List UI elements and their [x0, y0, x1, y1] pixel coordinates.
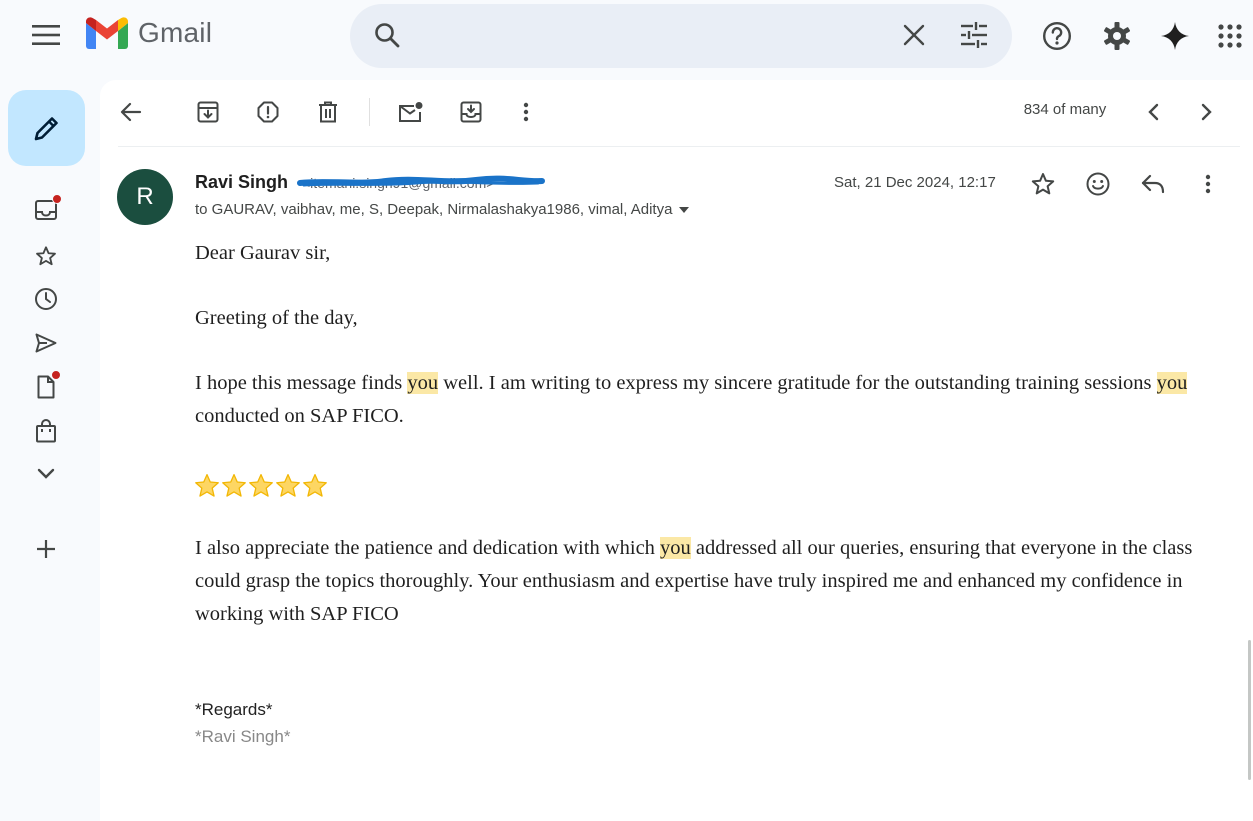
- star-emoji-icon: [195, 473, 219, 497]
- unread-badge: [52, 194, 62, 204]
- gmail-logo[interactable]: Gmail: [86, 17, 212, 49]
- regards-text: *Regards*: [195, 700, 273, 719]
- recipients-list: to GAURAV, vaibhav, me, S, Deepak, Nirma…: [195, 201, 673, 218]
- body-paragraph-1: I hope this message finds you well. I am…: [195, 367, 1235, 433]
- close-icon: [903, 24, 925, 46]
- emoji-icon: [1086, 172, 1110, 196]
- gemini-button[interactable]: [1153, 14, 1197, 58]
- star-outline-icon: [1031, 173, 1055, 195]
- chevron-left-icon: [1148, 103, 1159, 121]
- text-segment: conducted on SAP FICO.: [195, 405, 404, 427]
- unread-badge: [51, 370, 61, 380]
- compose-button[interactable]: [8, 90, 85, 166]
- add-reaction-button[interactable]: [1078, 164, 1118, 204]
- back-arrow-icon: [120, 102, 142, 122]
- mark-unread-button[interactable]: [391, 92, 431, 132]
- toolbar-separator: [118, 146, 1240, 147]
- shopping-bag-icon: [36, 419, 56, 443]
- body-greeting-2: Greeting of the day,: [195, 307, 358, 329]
- starred-nav-item[interactable]: [26, 238, 66, 274]
- body-greeting: Dear Gaurav sir,: [195, 242, 331, 264]
- chevron-right-icon: [1201, 103, 1212, 121]
- report-spam-button[interactable]: [248, 92, 288, 132]
- gemini-sparkle-icon: [1161, 22, 1189, 50]
- email-date: Sat, 21 Dec 2024, 12:17: [834, 174, 996, 191]
- search-options-button[interactable]: [953, 14, 995, 56]
- signature-name: *Ravi Singh*: [195, 727, 291, 746]
- snoozed-nav-item[interactable]: [26, 281, 66, 317]
- search-button[interactable]: [366, 14, 408, 56]
- search-highlight: you: [660, 537, 691, 559]
- star-emoji-icon: [303, 473, 327, 497]
- reply-button[interactable]: [1133, 164, 1173, 204]
- drafts-nav-item[interactable]: [26, 369, 66, 405]
- gmail-wordmark: Gmail: [138, 17, 213, 48]
- gmail-logo-icon: [86, 17, 128, 49]
- archive-icon: [197, 101, 219, 123]
- body-paragraph-2: I also appreciate the patience and dedic…: [195, 532, 1235, 631]
- help-icon: [1042, 21, 1072, 51]
- search-highlight: you: [407, 372, 439, 394]
- star-emoji-icon: [222, 473, 246, 497]
- purchases-nav-item[interactable]: [26, 413, 66, 449]
- plus-icon: [37, 540, 55, 558]
- sent-nav-item[interactable]: [26, 325, 66, 361]
- search-highlight: you: [1156, 372, 1188, 394]
- menu-icon: [32, 25, 60, 45]
- toolbar-divider: [369, 98, 370, 126]
- chevron-down-icon: [37, 468, 55, 479]
- older-button[interactable]: [1187, 92, 1227, 132]
- star-emoji-icon: [249, 473, 273, 497]
- text-segment: well. I am writing to express my sincere…: [438, 372, 1157, 394]
- text-segment: I hope this message finds: [195, 372, 408, 394]
- recipients-details-toggle[interactable]: to GAURAV, vaibhav, me, S, Deepak, Nirma…: [195, 201, 690, 218]
- redaction-scribble: [297, 175, 545, 187]
- clock-icon: [35, 288, 57, 310]
- inbox-nav-item[interactable]: [26, 192, 66, 228]
- settings-button[interactable]: [1095, 14, 1139, 58]
- back-to-inbox-button[interactable]: [111, 92, 151, 132]
- send-icon: [35, 333, 57, 353]
- more-vert-icon: [523, 102, 529, 122]
- tune-icon: [961, 22, 987, 48]
- sender-avatar[interactable]: R: [117, 169, 173, 225]
- archive-button[interactable]: [188, 92, 228, 132]
- caret-down-icon: [679, 206, 690, 213]
- message-more-button[interactable]: [1188, 164, 1228, 204]
- search-input[interactable]: [420, 16, 880, 56]
- more-options-button[interactable]: [506, 92, 546, 132]
- scrollbar-thumb[interactable]: [1248, 640, 1251, 780]
- apps-grid-icon: [1218, 24, 1242, 48]
- star-message-button[interactable]: [1023, 164, 1063, 204]
- more-vert-icon: [1205, 174, 1211, 194]
- gear-icon: [1103, 22, 1131, 50]
- delete-button[interactable]: [308, 92, 348, 132]
- text-segment: I also appreciate the patience and dedic…: [195, 537, 661, 559]
- sender-name[interactable]: Ravi Singh: [195, 172, 288, 193]
- star-icon: [36, 246, 56, 266]
- move-to-button[interactable]: [451, 92, 491, 132]
- move-to-icon: [460, 101, 482, 123]
- reply-icon: [1141, 174, 1165, 194]
- clear-search-button[interactable]: [893, 14, 935, 56]
- newer-button[interactable]: [1133, 92, 1173, 132]
- trash-icon: [319, 101, 337, 123]
- create-label-button[interactable]: [26, 531, 66, 567]
- more-nav-item[interactable]: [26, 456, 66, 492]
- support-button[interactable]: [1035, 14, 1079, 58]
- report-spam-icon: [257, 101, 279, 123]
- google-apps-button[interactable]: [1208, 14, 1252, 58]
- star-emoji-icon: [276, 473, 300, 497]
- mark-unread-icon: [399, 102, 423, 122]
- message-counter: 834 of many: [1023, 101, 1107, 118]
- star-rating: [194, 473, 328, 499]
- search-icon: [375, 23, 400, 48]
- pencil-icon: [34, 117, 58, 141]
- main-menu-button[interactable]: [22, 14, 70, 56]
